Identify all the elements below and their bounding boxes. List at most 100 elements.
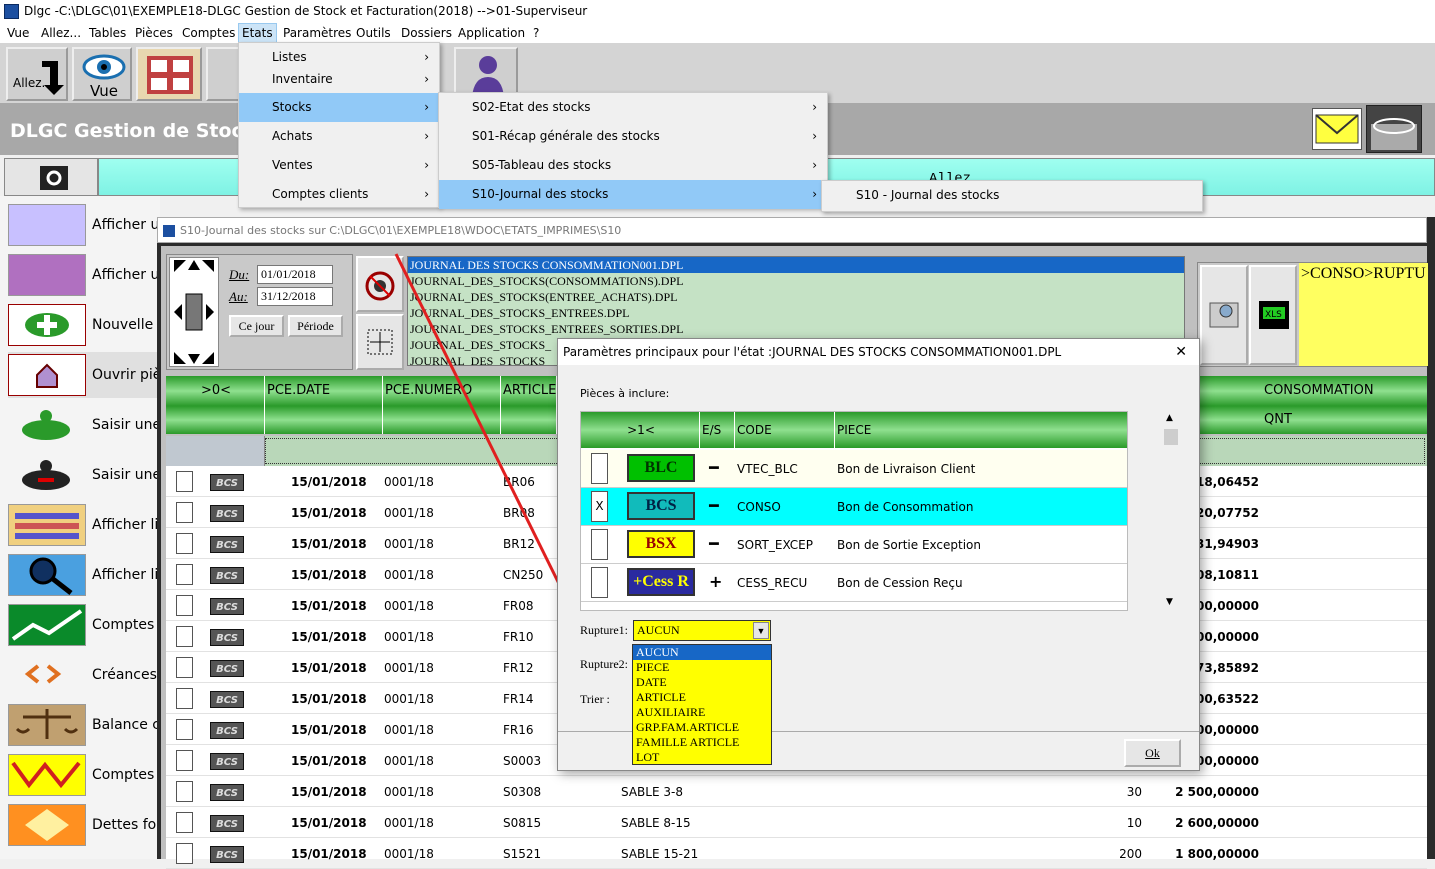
piece-checkbox[interactable] — [591, 529, 608, 560]
sidebar-item-6[interactable]: Afficher li — [8, 502, 158, 548]
sidebar-item-8[interactable]: Comptes — [8, 602, 158, 648]
layout-button[interactable] — [356, 314, 404, 370]
col-qnt[interactable]: QNT — [1262, 406, 1427, 434]
row-checkbox[interactable] — [176, 595, 193, 616]
menu-item-comptes-clients[interactable]: Comptes clients › — [239, 180, 439, 209]
menu-item-stocks[interactable]: Stocks › — [239, 93, 439, 122]
option-item[interactable]: ARTICLE — [633, 690, 771, 705]
col-select[interactable]: >0< — [166, 376, 265, 406]
piece-row[interactable]: X BCS ━ CONSO Bon de Consommation — [581, 488, 1127, 526]
grid-view-button[interactable] — [1366, 105, 1422, 153]
file-item[interactable]: JOURNAL_DES_STOCKS(CONSOMMATIONS).DPL — [408, 273, 1184, 289]
piece-checkbox[interactable] — [591, 567, 608, 598]
menu-comptes[interactable]: Comptes — [182, 23, 235, 43]
scroll-up-icon[interactable]: ▲ — [1166, 413, 1173, 423]
option-item[interactable]: DATE — [633, 675, 771, 690]
row-checkbox[interactable] — [176, 781, 193, 802]
piece-checkbox[interactable] — [591, 453, 608, 484]
row-checkbox[interactable] — [176, 719, 193, 740]
menu-application[interactable]: Application — [458, 23, 525, 43]
preview-button[interactable] — [1200, 265, 1248, 365]
sidebar-item-11[interactable]: Comptes — [8, 752, 158, 798]
file-item[interactable]: JOURNAL_DES_STOCKS(ENTREE_ACHATS).DPL — [408, 289, 1184, 305]
sidebar-item-1[interactable]: Afficher u — [8, 252, 159, 298]
settings-button[interactable] — [4, 158, 98, 196]
menu-item-inventaire[interactable]: Inventaire › — [239, 65, 439, 94]
tables-button[interactable] — [136, 47, 202, 101]
move-arrows-icon[interactable] — [169, 257, 219, 367]
col-article[interactable]: ARTICLE — [501, 376, 557, 406]
vue-button[interactable]: Vue — [72, 47, 132, 101]
ce-jour-button[interactable]: Ce jour — [229, 315, 284, 337]
col-es[interactable]: E/S — [700, 412, 735, 448]
option-item[interactable]: AUCUN — [633, 645, 771, 660]
option-item[interactable]: AUXILIAIRE — [633, 705, 771, 720]
rupture1-select[interactable]: AUCUN ▼ — [633, 620, 771, 641]
allez-button[interactable]: Allez... — [6, 47, 68, 101]
row-checkbox[interactable] — [176, 750, 193, 771]
sidebar-item-2[interactable]: Nouvelle — [8, 302, 158, 348]
menu-dossiers[interactable]: Dossiers — [401, 23, 452, 43]
row-checkbox[interactable] — [176, 471, 193, 492]
col-select[interactable]: >1< — [581, 412, 700, 448]
print-settings-button[interactable] — [356, 256, 404, 312]
option-item[interactable]: GRP.FAM.ARTICLE — [633, 720, 771, 735]
periode-button[interactable]: Période — [288, 315, 343, 337]
mail-button[interactable] — [1312, 108, 1362, 150]
menu-vue[interactable]: Vue — [7, 23, 29, 43]
table-row[interactable]: BCS 15/01/2018 0001/18 S0815 SABLE 8-15 10 2 6… — [166, 807, 1427, 838]
row-checkbox[interactable] — [176, 688, 193, 709]
col-date[interactable]: PCE.DATE — [265, 376, 383, 406]
col-consommation[interactable]: CONSOMMATION — [1262, 376, 1427, 406]
piece-row[interactable]: BSX ━ SORT_EXCEP Bon de Sortie Exception — [581, 526, 1127, 564]
menu-item-s10[interactable]: S10-Journal des stocks › — [439, 180, 827, 209]
menu-item-s02[interactable]: S02-Etat des stocks › — [439, 93, 827, 122]
table-row[interactable]: BCS 15/01/2018 0001/18 S1521 SABLE 15-21 200 1… — [166, 838, 1427, 869]
scroll-down-icon[interactable]: ▼ — [1166, 597, 1173, 607]
sidebar-item-10[interactable]: Balance c — [8, 702, 160, 748]
sidebar-item-5[interactable]: Saisir une — [8, 452, 161, 498]
menu-item-s10-journal[interactable]: S10 - Journal des stocks — [822, 181, 1202, 210]
menu-parametres[interactable]: Paramètres — [283, 23, 351, 43]
sidebar-item-9[interactable]: Créances — [8, 652, 158, 698]
close-icon[interactable]: ✕ — [1175, 339, 1187, 365]
menu-item-s05[interactable]: S05-Tableau des stocks › — [439, 151, 827, 180]
date-from-field[interactable]: 01/01/2018 — [257, 265, 333, 284]
menu-help[interactable]: ? — [533, 23, 539, 43]
sidebar-item-3[interactable]: Ouvrir piè — [8, 352, 161, 398]
menu-item-s01[interactable]: S01-Récap générale des stocks › — [439, 122, 827, 151]
file-item[interactable]: JOURNAL_DES_STOCKS_ENTREES.DPL — [408, 305, 1184, 321]
menu-pieces[interactable]: Pièces — [135, 23, 173, 43]
menu-outils[interactable]: Outils — [356, 23, 391, 43]
sidebar-item-4[interactable]: Saisir une — [8, 402, 161, 448]
sidebar-item-0[interactable]: Afficher u — [8, 202, 159, 248]
col-piece[interactable]: PIECE — [835, 412, 1127, 448]
date-to-field[interactable]: 31/12/2018 — [257, 287, 333, 306]
menu-tables[interactable]: Tables — [89, 23, 126, 43]
xls-export-button[interactable]: XLS — [1249, 265, 1297, 365]
row-checkbox[interactable] — [176, 812, 193, 833]
option-item[interactable]: FAMILLE ARTICLE — [633, 735, 771, 750]
menu-item-achats[interactable]: Achats › — [239, 122, 439, 151]
row-checkbox[interactable] — [176, 502, 193, 523]
sidebar-item-7[interactable]: Afficher li — [8, 552, 158, 598]
menu-etats[interactable]: Etats — [238, 23, 277, 43]
pieces-button[interactable] — [206, 47, 240, 101]
row-checkbox[interactable] — [176, 564, 193, 585]
sidebar-item-12[interactable]: Dettes fo — [8, 802, 158, 848]
menu-allez[interactable]: Allez... — [41, 23, 81, 43]
chevron-down-icon[interactable]: ▼ — [753, 622, 769, 639]
row-checkbox[interactable] — [176, 657, 193, 678]
piece-checkbox[interactable]: X — [591, 491, 608, 522]
scrollbar[interactable]: ▲ ▼ — [1162, 411, 1180, 611]
ok-button[interactable]: Ok — [1124, 739, 1181, 767]
piece-row[interactable]: +Cess R + CESS_RECU Bon de Cession Reçu — [581, 564, 1127, 602]
menu-item-ventes[interactable]: Ventes › — [239, 151, 439, 180]
row-checkbox[interactable] — [176, 626, 193, 647]
col-numero[interactable]: PCE.NUMERO — [383, 376, 501, 406]
row-checkbox[interactable] — [176, 533, 193, 554]
option-item[interactable]: LOT — [633, 750, 771, 765]
col-code[interactable]: CODE — [735, 412, 835, 448]
file-item[interactable]: JOURNAL_DES_STOCKS_ENTREES_SORTIES.DPL — [408, 321, 1184, 337]
scroll-thumb[interactable] — [1164, 429, 1178, 445]
